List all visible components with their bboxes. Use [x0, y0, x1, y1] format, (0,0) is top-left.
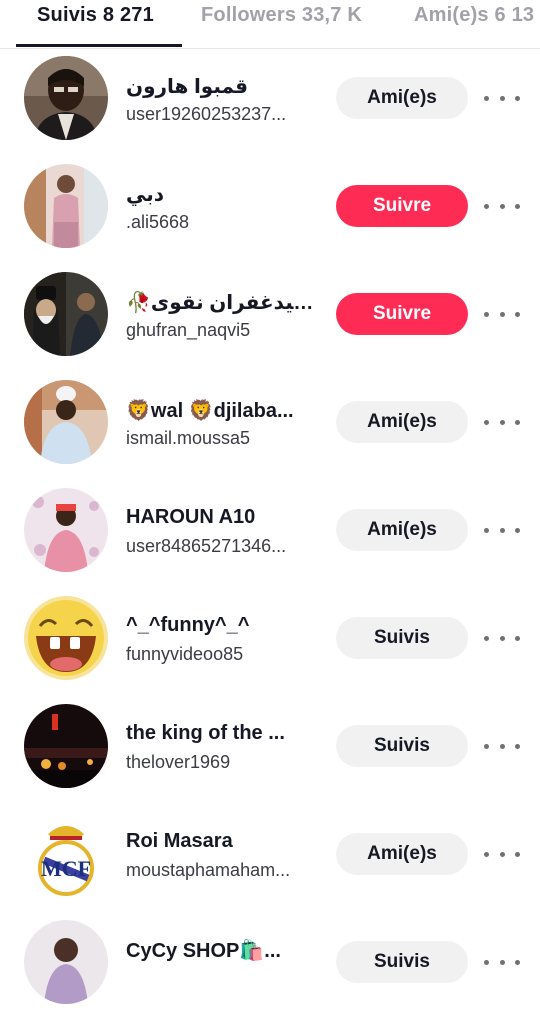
- tab-following[interactable]: Suivis 8 271: [37, 4, 154, 27]
- user-display-name[interactable]: the king of the ...: [126, 722, 316, 745]
- friends-button[interactable]: Ami(e)s: [336, 509, 468, 551]
- friends-button[interactable]: Ami(e)s: [336, 833, 468, 875]
- friends-button[interactable]: Ami(e)s: [336, 77, 468, 119]
- tab-friends[interactable]: Ami(e)s 6 13: [414, 4, 534, 27]
- following-button[interactable]: Suivis: [336, 941, 468, 983]
- more-options-icon[interactable]: [484, 412, 520, 432]
- avatar[interactable]: [24, 164, 108, 248]
- avatar[interactable]: [24, 380, 108, 464]
- user-display-name[interactable]: CyCy SHOP🛍️...: [126, 938, 316, 963]
- avatar[interactable]: [24, 488, 108, 572]
- avatar[interactable]: [24, 704, 108, 788]
- user-display-name[interactable]: دبي: [126, 182, 316, 207]
- more-options-icon[interactable]: [484, 736, 520, 756]
- follow-button[interactable]: Suivre: [336, 185, 468, 227]
- avatar[interactable]: [24, 596, 108, 680]
- user-display-name[interactable]: Roi Masara: [126, 830, 316, 853]
- more-options-icon[interactable]: [484, 196, 520, 216]
- user-display-name[interactable]: 🦁wal 🦁djilaba...: [126, 398, 316, 423]
- tab-bar: Suivis 8 271 Followers 33,7 K Ami(e)s 6 …: [0, 0, 540, 49]
- active-tab-indicator: [16, 44, 182, 47]
- list-item: ^_^funny^_^ funnyvideoo85 Suivis: [0, 588, 540, 696]
- user-handle[interactable]: funnyvideoo85: [126, 644, 316, 665]
- list-item: MCF Roi Masara moustaphamaham... Ami(e)s: [0, 804, 540, 912]
- user-handle[interactable]: ismail.moussa5: [126, 428, 316, 449]
- user-display-name[interactable]: قمبوا هارون: [126, 74, 316, 99]
- friends-button[interactable]: Ami(e)s: [336, 401, 468, 443]
- more-options-icon[interactable]: [484, 952, 520, 972]
- more-options-icon[interactable]: [484, 88, 520, 108]
- tab-followers[interactable]: Followers 33,7 K: [201, 4, 362, 27]
- user-handle[interactable]: user84865271346...: [126, 536, 316, 557]
- user-handle[interactable]: ghufran_naqvi5: [126, 320, 316, 341]
- user-display-name[interactable]: HAROUN A10: [126, 506, 316, 529]
- user-handle[interactable]: thelover1969: [126, 752, 316, 773]
- list-item: دبي .ali5668 Suivre: [0, 156, 540, 264]
- user-display-name[interactable]: 🥀سيدغفران نقوی...: [126, 290, 316, 315]
- user-handle[interactable]: .ali5668: [126, 212, 316, 233]
- follow-button[interactable]: Suivre: [336, 293, 468, 335]
- avatar[interactable]: [24, 920, 108, 1004]
- user-handle[interactable]: user19260253237...: [126, 104, 316, 125]
- list-item: 🥀سيدغفران نقوی... ghufran_naqvi5 Suivre: [0, 264, 540, 372]
- list-item: CyCy SHOP🛍️... Suivis: [0, 912, 540, 1020]
- list-item: قمبوا هارون user19260253237... Ami(e)s: [0, 48, 540, 156]
- avatar[interactable]: MCF: [24, 812, 108, 896]
- more-options-icon[interactable]: [484, 520, 520, 540]
- avatar[interactable]: [24, 56, 108, 140]
- more-options-icon[interactable]: [484, 304, 520, 324]
- following-button[interactable]: Suivis: [336, 617, 468, 659]
- more-options-icon[interactable]: [484, 844, 520, 864]
- more-options-icon[interactable]: [484, 628, 520, 648]
- user-handle[interactable]: moustaphamaham...: [126, 860, 316, 881]
- list-item: the king of the ... thelover1969 Suivis: [0, 696, 540, 804]
- svg-text:MCF: MCF: [41, 856, 91, 881]
- following-button[interactable]: Suivis: [336, 725, 468, 767]
- list-item: 🦁wal 🦁djilaba... ismail.moussa5 Ami(e)s: [0, 372, 540, 480]
- user-display-name[interactable]: ^_^funny^_^: [126, 614, 316, 637]
- list-item: HAROUN A10 user84865271346... Ami(e)s: [0, 480, 540, 588]
- avatar[interactable]: [24, 272, 108, 356]
